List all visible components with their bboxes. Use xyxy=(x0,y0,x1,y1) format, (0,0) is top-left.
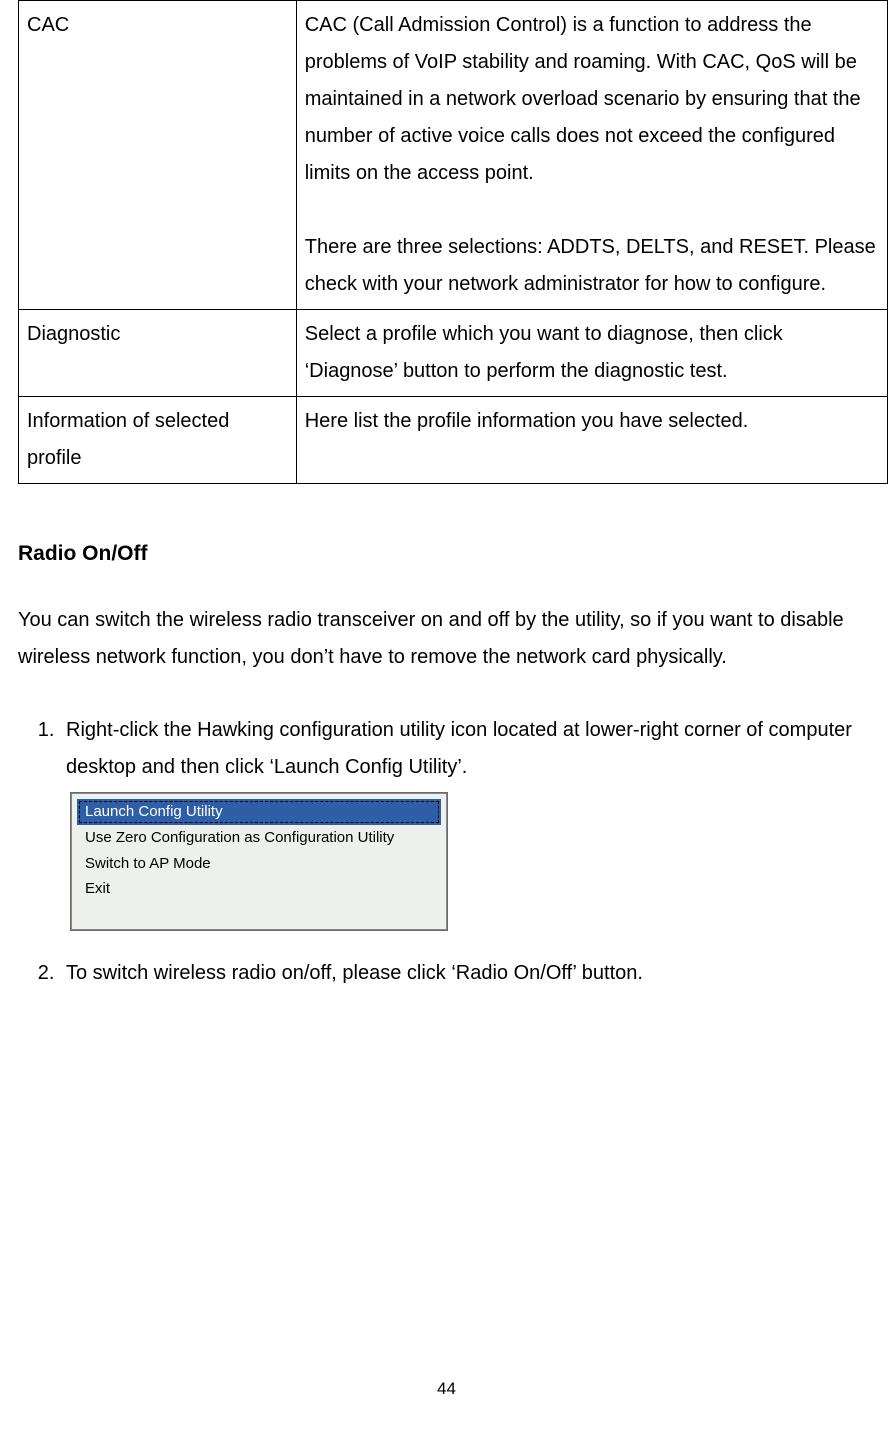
page-number: 44 xyxy=(0,1379,893,1399)
menu-item-switch-ap[interactable]: Switch to AP Mode xyxy=(71,851,447,877)
desc-cell: Here list the profile information you ha… xyxy=(296,397,887,484)
table-row: Information of selected profile Here lis… xyxy=(19,397,888,484)
step-text: Right-click the Hawking configuration ut… xyxy=(66,719,852,778)
step-text: To switch wireless radio on/off, please … xyxy=(66,962,643,984)
desc-cell: CAC (Call Admission Control) is a functi… xyxy=(296,1,887,310)
context-menu[interactable]: Launch Config Utility Use Zero Configura… xyxy=(70,792,448,931)
menu-item-zero-config[interactable]: Use Zero Configuration as Configuration … xyxy=(71,825,447,851)
menu-item-launch-config[interactable]: Launch Config Utility xyxy=(77,799,441,825)
desc-p1: CAC (Call Admission Control) is a functi… xyxy=(305,14,861,184)
table-row: CAC CAC (Call Admission Control) is a fu… xyxy=(19,1,888,310)
spec-table: CAC CAC (Call Admission Control) is a fu… xyxy=(18,0,888,484)
steps-list: Right-click the Hawking configuration ut… xyxy=(18,712,889,992)
table-row: Diagnostic Select a profile which you wa… xyxy=(19,310,888,397)
desc-cell: Select a profile which you want to diagn… xyxy=(296,310,887,397)
desc-p2: There are three selections: ADDTS, DELTS… xyxy=(305,236,876,295)
section-heading: Radio On/Off xyxy=(18,542,889,566)
intro-paragraph: You can switch the wireless radio transc… xyxy=(18,602,889,676)
term-cell: Diagnostic xyxy=(19,310,297,397)
term-cell: Information of selected profile xyxy=(19,397,297,484)
list-item: To switch wireless radio on/off, please … xyxy=(60,955,889,992)
term-cell: CAC xyxy=(19,1,297,310)
list-item: Right-click the Hawking configuration ut… xyxy=(60,712,889,931)
menu-item-exit[interactable]: Exit xyxy=(71,876,447,902)
